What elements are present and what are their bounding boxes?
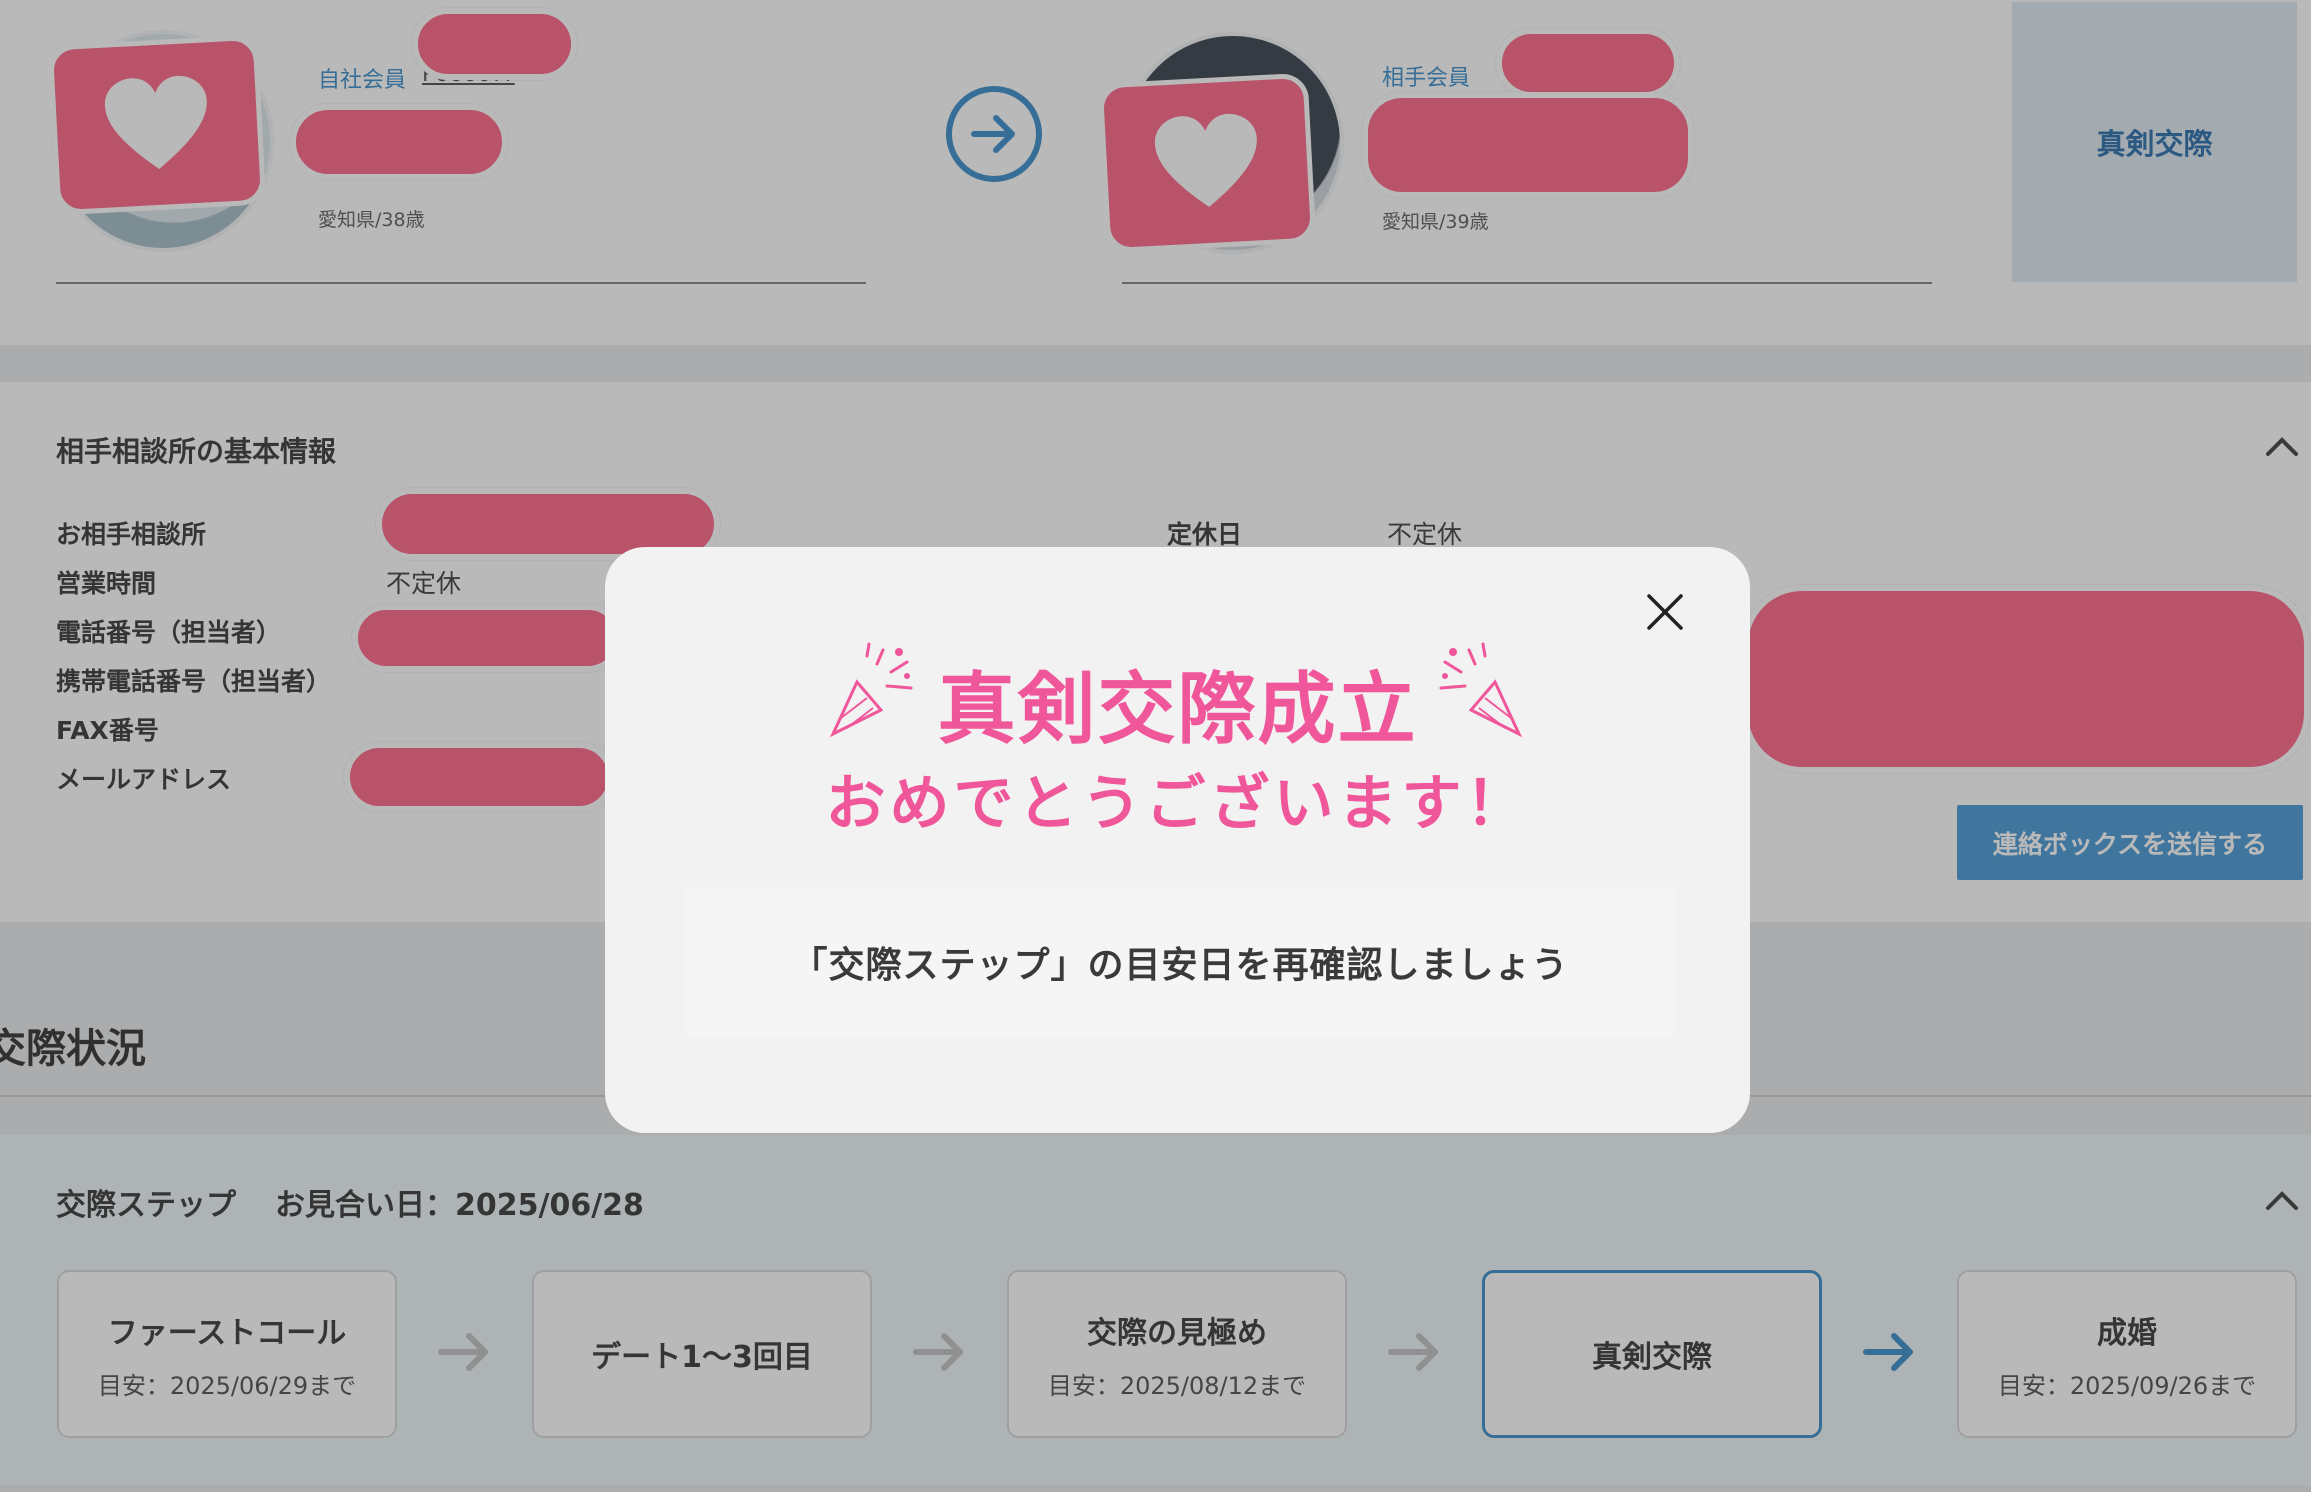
close-icon[interactable] [1645,592,1685,632]
modal-subtitle: おめでとうございます！ [825,769,1530,839]
party-popper-icon [1439,642,1523,738]
modal-title: 真剣交際成立 [937,665,1418,755]
celebration-modal: 真剣交際成立 おめでとうございます！ 「交際ステップ」の目安日を再確認しましょう [605,547,1750,1133]
modal-message-box: 「交際ステップ」の目安日を再確認しましょう [685,887,1675,1037]
modal-message: 「交際ステップ」の目安日を再確認しましょう [791,945,1569,986]
